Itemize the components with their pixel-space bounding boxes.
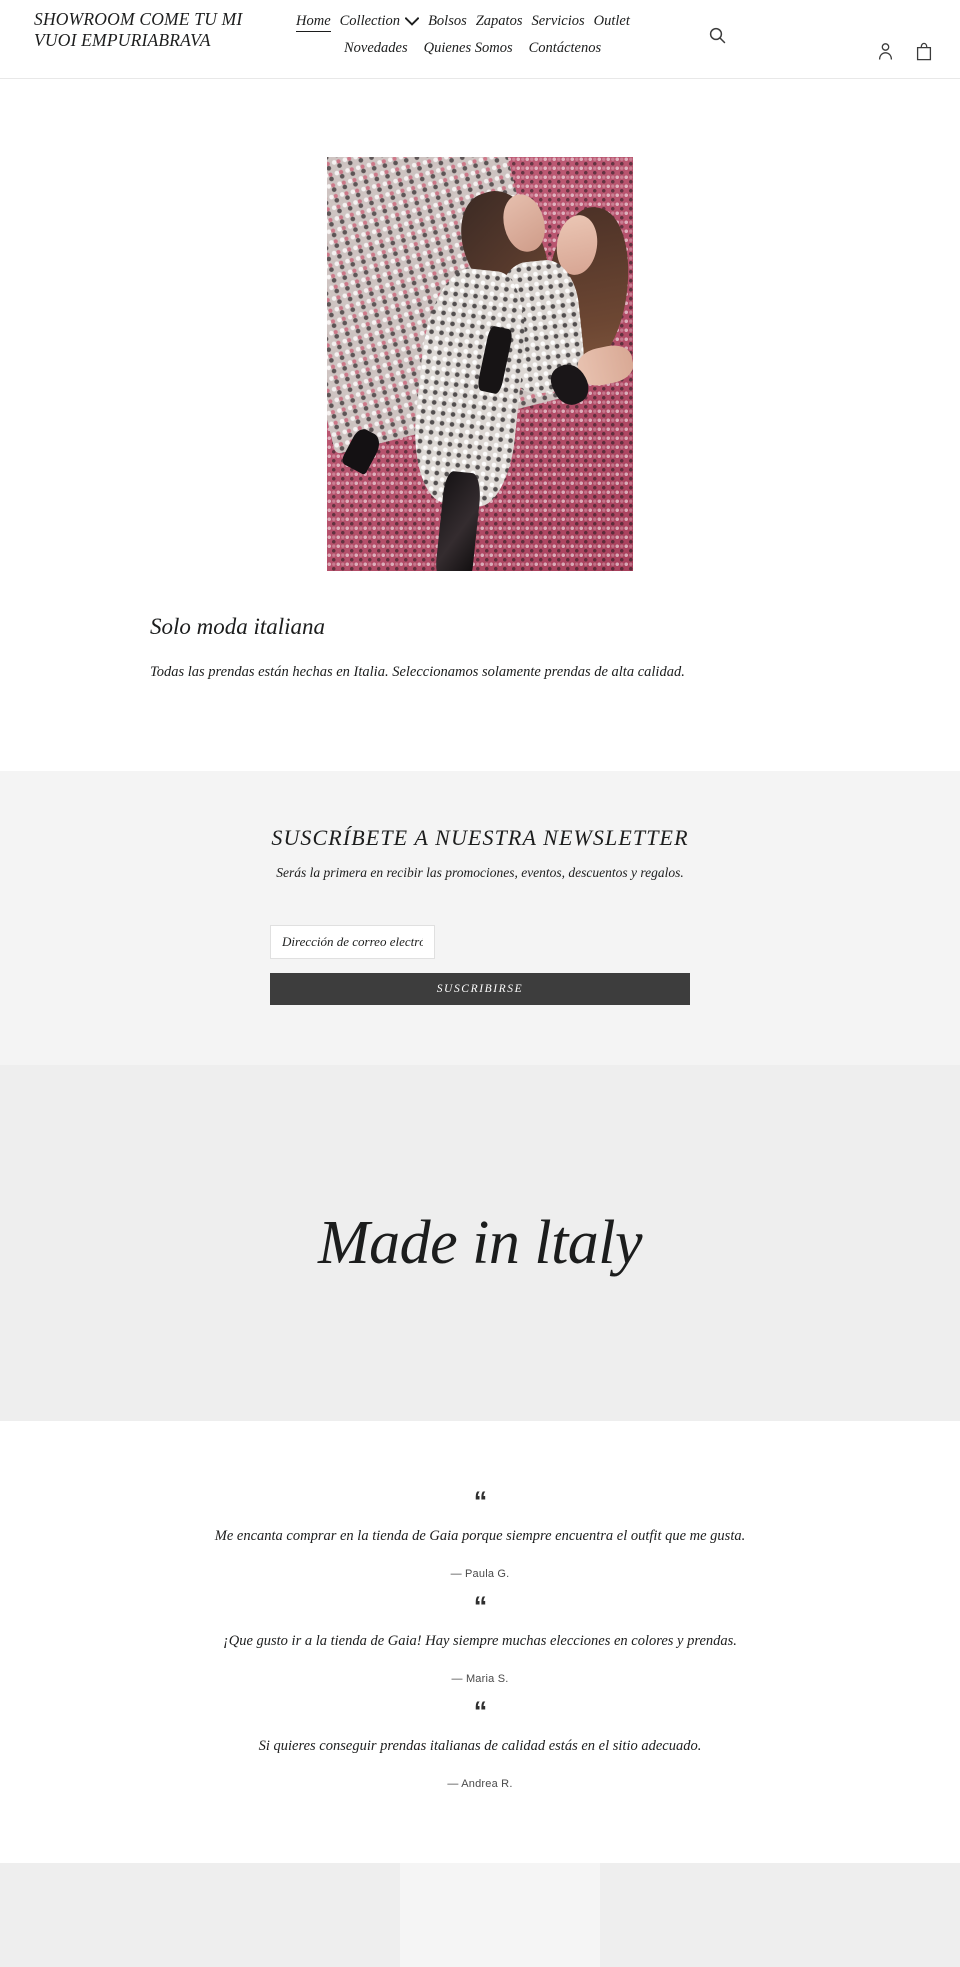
footer-block-left: [0, 1863, 400, 1967]
feature-section: Solo moda italiana Todas las prendas est…: [0, 79, 960, 772]
nav-item-zapatos[interactable]: Zapatos: [476, 14, 523, 31]
email-field[interactable]: [270, 925, 435, 960]
quote-mark-icon: “: [473, 1696, 488, 1727]
site-header: SHOWROOM COME TU MI VUOI EMPURIABRAVA Ho…: [0, 0, 960, 79]
footer-block-center: [400, 1863, 600, 1967]
nav-item-bolsos[interactable]: Bolsos: [428, 14, 467, 31]
nav-link-quienes-somos[interactable]: Quienes Somos: [424, 40, 513, 58]
testimonial-quote: Me encanta comprar en la tienda de Gaia …: [214, 1528, 746, 1545]
nav-row-secondary: Novedades Quienes Somos Contáctenos: [344, 40, 716, 67]
testimonial-item: “ Me encanta comprar en la tienda de Gai…: [0, 1486, 960, 1581]
testimonial-author: — Paula G.: [450, 1568, 510, 1581]
testimonial-item: “ Si quieres conseguir prendas italianas…: [0, 1696, 960, 1791]
nav-link-contactenos[interactable]: Contáctenos: [529, 40, 602, 58]
feature-image: [327, 157, 633, 571]
feature-spacer: [0, 683, 960, 771]
testimonial-author: — Andrea R.: [447, 1778, 513, 1791]
nav-link-bolsos[interactable]: Bolsos: [428, 14, 467, 31]
nav-link-home[interactable]: Home: [296, 14, 331, 32]
nav-item-novedades[interactable]: Novedades: [344, 40, 408, 58]
banner-heading: Made in ltaly: [317, 1209, 643, 1278]
footer-placeholder-blocks: [0, 1863, 960, 1967]
testimonials-section: “ Me encanta comprar en la tienda de Gai…: [0, 1421, 960, 1864]
nav-item-collection[interactable]: Collection: [340, 14, 420, 31]
account-icon[interactable]: [878, 40, 900, 62]
header-icon-group: [878, 40, 938, 62]
nav-item-quienes-somos[interactable]: Quienes Somos: [424, 40, 513, 58]
search-icon[interactable]: [704, 22, 730, 48]
chevron-down-icon[interactable]: [405, 17, 420, 26]
nav-item-home[interactable]: Home: [296, 14, 331, 32]
nav-link-collection[interactable]: Collection: [340, 14, 400, 31]
main-navigation: Home Collection Bolsos Zapatos Servicios…: [296, 14, 716, 66]
feature-photo-background: [327, 157, 633, 571]
subscribe-button[interactable]: SUSCRIBIRSE: [270, 973, 690, 1006]
quote-mark-icon: “: [473, 1486, 488, 1517]
testimonial-quote: ¡Que gusto ir a la tienda de Gaia! Hay s…: [223, 1633, 737, 1650]
site-logo[interactable]: SHOWROOM COME TU MI VUOI EMPURIABRAVA: [34, 9, 284, 52]
nav-item-contactenos[interactable]: Contáctenos: [529, 40, 602, 58]
testimonial-item: “ ¡Que gusto ir a la tienda de Gaia! Hay…: [0, 1591, 960, 1686]
nav-link-zapatos[interactable]: Zapatos: [476, 14, 523, 31]
feature-body: Todas las prendas están hechas en Italia…: [150, 663, 685, 680]
nav-link-novedades[interactable]: Novedades: [344, 40, 408, 58]
nav-item-outlet[interactable]: Outlet: [594, 14, 630, 31]
newsletter-section: SUSCRÍBETE A NUESTRA NEWSLETTER Serás la…: [0, 771, 960, 1066]
footer-block-right: [600, 1863, 960, 1967]
testimonial-quote: Si quieres conseguir prendas italianas d…: [258, 1738, 702, 1755]
made-in-italy-banner: Made in ltaly: [0, 1065, 960, 1422]
testimonial-author: — Maria S.: [451, 1673, 509, 1686]
newsletter-title: SUSCRÍBETE A NUESTRA NEWSLETTER: [271, 825, 689, 851]
shopping-bag-icon[interactable]: [916, 40, 938, 62]
feature-text-block: Solo moda italiana Todas las prendas est…: [150, 571, 810, 683]
nav-item-servicios[interactable]: Servicios: [531, 14, 584, 31]
quote-mark-icon: “: [473, 1591, 488, 1622]
nav-link-servicios[interactable]: Servicios: [531, 14, 584, 31]
newsletter-form: SUSCRIBIRSE: [270, 925, 690, 1006]
nav-row-primary: Home Collection Bolsos Zapatos Servicios…: [296, 14, 716, 41]
newsletter-subtitle: Serás la primera en recibir las promocio…: [276, 865, 684, 881]
feature-heading: Solo moda italiana: [150, 614, 326, 639]
nav-link-outlet[interactable]: Outlet: [594, 14, 630, 31]
